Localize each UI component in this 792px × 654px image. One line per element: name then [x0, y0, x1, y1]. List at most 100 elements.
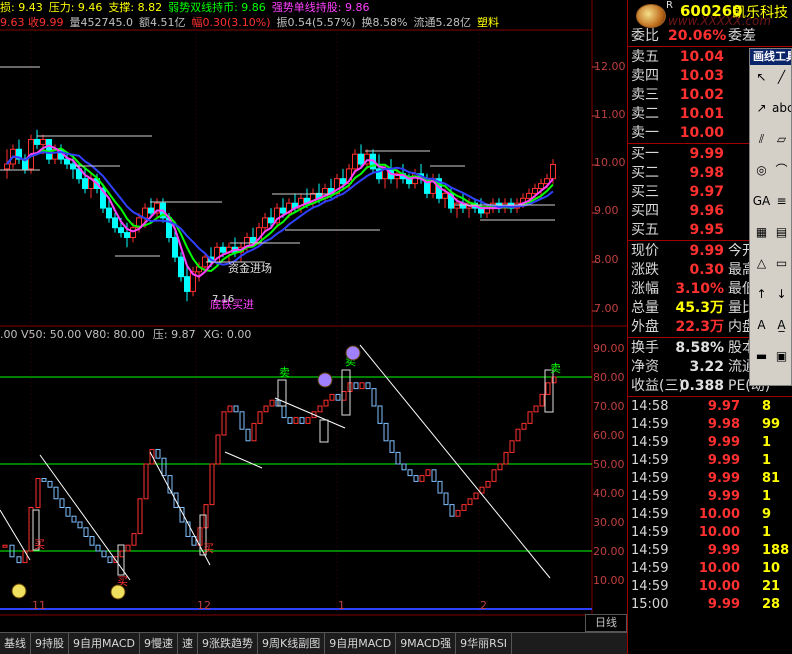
oscillator-bar — [2, 544, 8, 548]
indicator-tab[interactable]: 9慢速 — [140, 633, 178, 654]
tick-row: 14:59 10.00 21 — [628, 578, 792, 596]
low-value-label: 7.16 — [212, 294, 234, 305]
chart-area[interactable]: 资金进场 底铁买进 7.16 卖卖卖买买买 损: 9.43 压力: 9.46 支撑: 8.… — [0, 0, 627, 632]
oscillator-tick-label: 30.00 — [593, 516, 625, 529]
tick-price: 9.98 — [707, 417, 740, 432]
ray-icon[interactable]: ↗ — [752, 98, 771, 118]
quote-value: 9.98 — [689, 165, 724, 181]
quote-label: 换手 — [631, 340, 659, 356]
candle-body — [130, 227, 136, 238]
rect-icon[interactable]: ▭ — [772, 253, 791, 273]
tick-row: 14:59 9.99 1 — [628, 434, 792, 452]
oscillator-bar — [35, 478, 41, 508]
oscillator-header: .00 V50: 50.00 V80: 80.00 压: 9.87 XG: 0.00 — [0, 328, 259, 342]
info-item: 流通5.28亿 — [413, 16, 472, 29]
oscillator-bar — [221, 411, 227, 436]
rect-tool-icon[interactable]: ▬ — [752, 346, 771, 366]
tick-time: 14:59 — [631, 435, 669, 450]
quote-value: 10.03 — [679, 68, 724, 84]
info-item: 量452745.0 — [69, 16, 133, 29]
info-item: 塑料 — [477, 16, 499, 29]
arc-icon[interactable]: ⌒ — [772, 160, 791, 180]
quote-value: 3.10% — [675, 281, 724, 297]
oscillator-tick-label: 70.00 — [593, 400, 625, 413]
period-button[interactable]: 日线 — [585, 614, 627, 632]
indicator-tab[interactable]: 9周K线副图 — [258, 633, 326, 654]
oscillator-bar — [233, 405, 239, 413]
price-tick-label: 11.00 — [594, 108, 626, 121]
info-line-quote: 9.63 收9.99 量452745.0 额4.51亿 幅0.30(3.10%) 振0.… — [0, 15, 505, 31]
date-tick-label: 11 — [32, 599, 46, 612]
smile-face-icon — [110, 584, 126, 600]
indicator-tab[interactable]: 9涨跌趋势 — [198, 633, 258, 654]
quote-value: 0.388 — [679, 378, 724, 394]
oscillator-bar — [22, 550, 28, 564]
oscillator-bar — [509, 440, 515, 453]
circle-icon[interactable]: ◎ — [752, 160, 771, 180]
oscillator-bar — [359, 382, 365, 390]
drawing-toolbox[interactable]: 画线工具 ↖╱↗abc⫽▱◎⌒GA≡▦▤△▭↑↓AA̲▬▣ — [749, 48, 792, 386]
candle-body — [172, 237, 178, 258]
candle-body — [124, 232, 130, 239]
oscillator-bar — [287, 417, 293, 424]
tick-row: 14:59 9.99 1 — [628, 452, 792, 470]
gann-icon[interactable]: ▦ — [752, 222, 771, 242]
arrow-icon[interactable]: ↖ — [752, 67, 771, 87]
grid-icon[interactable]: ▤ — [772, 222, 791, 242]
label-icon[interactable]: ▣ — [772, 346, 791, 366]
text-a-icon[interactable]: A — [752, 315, 771, 335]
divider — [628, 46, 792, 47]
indicator-tab[interactable]: 9MACD强 — [396, 633, 457, 654]
oscillator-bar — [323, 399, 329, 407]
candle-body — [184, 276, 190, 292]
watermark: www.XXXXX.com — [668, 14, 772, 28]
oscillator-bar — [371, 388, 377, 407]
indicator-tab[interactable]: 9自用MACD — [69, 633, 140, 654]
quote-value: 9.99 — [689, 243, 724, 259]
channel-icon[interactable]: ▱ — [772, 129, 791, 149]
triangle-icon[interactable]: △ — [752, 253, 771, 273]
sell-signal-label: 卖 — [279, 366, 290, 379]
tick-time: 14:59 — [631, 417, 669, 432]
oscillator-bar — [467, 498, 473, 506]
parallel-icon[interactable]: ⫽ — [752, 129, 771, 149]
price-tick-label: 10.00 — [594, 156, 626, 169]
quote-row: 委比 20.06% 委差 — [628, 27, 792, 46]
quote-label: 委比 — [631, 28, 659, 44]
info-item: 换8.58% — [361, 16, 408, 29]
oscillator-bar — [545, 382, 551, 395]
trend-line — [359, 344, 551, 579]
chart-canvas[interactable]: 资金进场底铁买进7.16卖卖卖买买买 — [0, 0, 627, 632]
toolbox-title[interactable]: 画线工具 — [750, 49, 791, 65]
oscillator-bar — [353, 382, 359, 390]
line-icon[interactable]: ╱ — [772, 67, 791, 87]
tick-price: 9.97 — [707, 399, 740, 414]
quote-value: 10.04 — [679, 49, 724, 65]
indicator-tab[interactable]: 基线 — [0, 633, 31, 654]
oscillator-bar — [443, 492, 449, 506]
up-arrow-icon[interactable]: ↑ — [752, 284, 771, 304]
indicator-tab[interactable]: 9自用MACD — [325, 633, 397, 654]
tick-row: 14:59 9.99 188 — [628, 542, 792, 560]
oscillator-bar — [77, 521, 83, 529]
text-abc-icon[interactable]: abc — [772, 98, 791, 118]
tick-price: 9.99 — [707, 597, 740, 612]
oscillator-bar — [83, 527, 89, 537]
down-arrow-icon[interactable]: ↓ — [772, 284, 791, 304]
candle-body — [46, 139, 52, 160]
oscillator-bar — [95, 544, 101, 552]
tick-row: 14:59 9.99 81 — [628, 470, 792, 488]
quote-label: 涨跌 — [631, 262, 659, 278]
oscillator-bar — [65, 507, 71, 517]
text-a2-icon[interactable]: A̲ — [772, 315, 791, 335]
indicator-tab[interactable]: 9持股 — [31, 633, 69, 654]
smile-face-icon — [11, 583, 27, 599]
fib-icon[interactable]: ≡ — [772, 191, 791, 211]
oscillator-bar — [539, 393, 545, 407]
indicator-tab[interactable]: 速 — [178, 633, 198, 654]
oscillator-bar — [155, 449, 161, 459]
ga-icon[interactable]: GA — [752, 191, 771, 211]
quote-label: 外盘 — [631, 319, 659, 335]
oscillator-bar — [53, 486, 59, 500]
indicator-tab[interactable]: 9华丽RSI — [456, 633, 513, 654]
